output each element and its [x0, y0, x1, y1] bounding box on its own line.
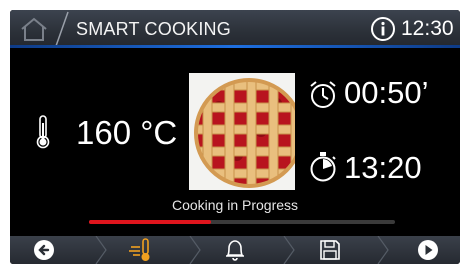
stopwatch-icon [310, 152, 336, 182]
alarm-button[interactable] [205, 236, 265, 264]
back-button[interactable] [14, 236, 74, 264]
clock: 12:30 [401, 17, 454, 40]
info-icon[interactable] [370, 16, 396, 42]
start-button[interactable] [398, 236, 458, 264]
thermometer-icon [36, 115, 50, 149]
page-title: SMART COOKING [76, 19, 231, 39]
timer-icon [310, 81, 336, 108]
play-icon [418, 240, 438, 260]
cherry-pie-image [189, 73, 295, 190]
bell-icon [226, 240, 244, 261]
cooking-status: Cooking in Progress [171, 197, 299, 213]
heat-settings-button[interactable] [112, 236, 172, 264]
home-icon[interactable] [14, 14, 54, 44]
end-time-value[interactable]: 13:20 [344, 150, 422, 186]
save-icon [320, 240, 340, 260]
oven-display: SMART COOKING 12:30 160 °C 00:50’ 13:20 … [10, 10, 460, 264]
back-icon [34, 240, 54, 260]
nav-separator [377, 236, 389, 264]
progress-bar [89, 220, 395, 224]
nav-separator [95, 236, 107, 264]
heat-thermometer-icon [129, 238, 150, 261]
timer-value[interactable]: 00:50’ [344, 75, 428, 111]
save-button[interactable] [300, 236, 360, 264]
progress-fill [89, 220, 212, 224]
header-divider [55, 11, 69, 47]
header-bar: SMART COOKING 12:30 [10, 10, 460, 48]
nav-separator [189, 236, 201, 264]
nav-separator [283, 236, 295, 264]
temperature-value[interactable]: 160 °C [76, 114, 177, 152]
bottom-nav [10, 236, 460, 264]
header-accent-line [10, 45, 460, 48]
